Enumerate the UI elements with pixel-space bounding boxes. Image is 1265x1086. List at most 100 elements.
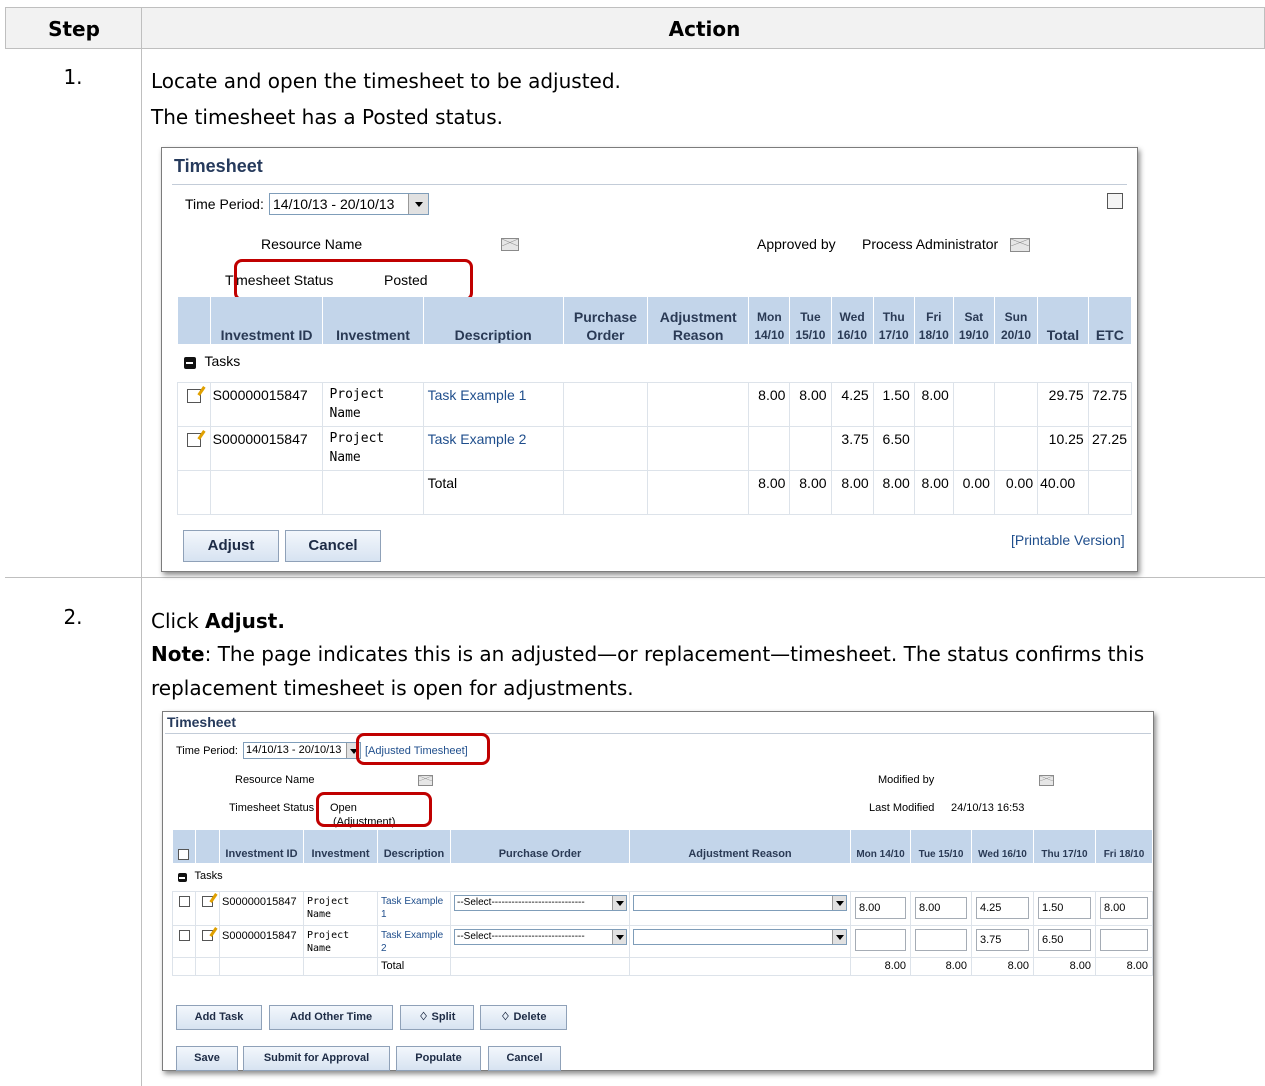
collapse-icon[interactable] <box>177 873 187 882</box>
hours-input-wed[interactable]: 3.75 <box>976 928 1029 951</box>
timesheet-grid: Investment ID Investment Description Pur… <box>177 297 1133 515</box>
edit-options-icon[interactable] <box>1107 193 1123 209</box>
row-purchase-order <box>562 425 649 471</box>
resource-name-label: Resource Name <box>261 236 363 252</box>
row-divider <box>5 577 1265 578</box>
header-wed: Wed 16/10 <box>971 830 1034 863</box>
total-label: Total <box>422 469 564 515</box>
tasks-group-row: Tasks <box>172 863 1153 892</box>
row-fri <box>913 425 954 471</box>
table-row: S00000015847 Project Name Task Example 1… <box>177 381 1133 427</box>
total-label: Total <box>377 956 451 976</box>
email-icon[interactable] <box>418 775 433 786</box>
edit-icon[interactable] <box>202 895 213 907</box>
table-row: S00000015847 Project Name Task Example 1… <box>172 890 1153 926</box>
header-purchase-order: Purchase Order <box>563 297 649 344</box>
select-placeholder: --Select---------------------------- <box>457 896 585 908</box>
edit-icon[interactable] <box>202 929 213 941</box>
row-description-link[interactable]: Task Example 1 <box>377 890 451 926</box>
printable-version-link[interactable]: [Printable Version] <box>1011 532 1125 548</box>
last-modified-label: Last Modified <box>869 802 935 814</box>
timesheet-title: Timesheet <box>167 714 236 730</box>
edit-icon[interactable] <box>186 388 201 403</box>
total-thu: 8.00 <box>872 469 915 515</box>
purchase-order-select[interactable]: --Select---------------------------- <box>454 928 627 945</box>
tasks-group-label: Tasks <box>204 353 241 369</box>
row-description-link[interactable]: Task Example 2 <box>422 425 564 471</box>
status-highlight-box <box>234 259 473 301</box>
total-thu: 8.00 <box>1033 956 1096 976</box>
total-fri: 8.00 <box>913 469 954 515</box>
cancel-button[interactable]: Cancel <box>285 530 381 562</box>
hours-input-mon[interactable]: 8.00 <box>855 896 906 919</box>
hours-input-thu[interactable]: 6.50 <box>1038 928 1091 951</box>
row-thu: 1.50 <box>872 381 915 427</box>
row-tue: 8.00 <box>789 381 832 427</box>
hours-input-fri[interactable] <box>1100 928 1148 951</box>
header-description: Description <box>377 830 451 863</box>
row-investment: Project Name <box>303 890 378 926</box>
populate-button[interactable]: Populate <box>396 1046 481 1071</box>
add-other-time-button[interactable]: Add Other Time <box>269 1005 393 1030</box>
chevron-down-icon <box>832 929 846 944</box>
adjustment-reason-select[interactable] <box>633 928 847 945</box>
step-number-1: 1. <box>63 65 83 89</box>
table-header-row: Step Action <box>5 7 1265 49</box>
edit-icon[interactable] <box>186 432 201 447</box>
split-button[interactable]: ♢ Split <box>400 1005 474 1030</box>
modified-by-label: Modified by <box>878 774 935 786</box>
hours-input-mon[interactable] <box>855 928 906 951</box>
header-sat: Sat 19/10 <box>953 297 995 344</box>
row-thu: 6.50 <box>872 425 915 471</box>
row-purchase-order <box>562 381 649 427</box>
row-investment: Project Name <box>322 425 424 471</box>
row-checkbox[interactable] <box>178 896 190 908</box>
purchase-order-select[interactable]: --Select---------------------------- <box>454 894 627 911</box>
email-icon[interactable] <box>501 238 519 251</box>
timesheet-grid: Investment ID Investment Description Pur… <box>172 830 1153 976</box>
delete-button[interactable]: ♢ Delete <box>480 1005 567 1030</box>
adjust-button[interactable]: Adjust <box>183 530 279 562</box>
procedure-document: Step Action 1. Locate and open the times… <box>5 7 1265 1086</box>
column-header-action: Action <box>668 17 741 41</box>
add-task-button[interactable]: Add Task <box>176 1005 262 1030</box>
time-period-select[interactable]: 14/10/13 - 20/10/13 <box>243 742 361 759</box>
row-investment-id: S00000015847 <box>219 924 304 958</box>
row-description-link[interactable]: Task Example 2 <box>377 924 451 958</box>
time-period-select[interactable]: 14/10/13 - 20/10/13 <box>269 193 429 215</box>
chevron-down-icon <box>612 895 626 910</box>
total-row: Total 8.00 8.00 8.00 8.00 8.00 <box>172 956 1153 976</box>
time-period-label: Time Period: <box>185 196 264 212</box>
title-divider <box>165 733 1151 734</box>
hours-input-tue[interactable] <box>915 928 967 951</box>
total-tue: 8.00 <box>789 469 832 515</box>
last-modified-value: 24/10/13 16:53 <box>951 802 1025 814</box>
row-description-link[interactable]: Task Example 1 <box>422 381 564 427</box>
email-icon[interactable] <box>1039 775 1054 786</box>
save-button[interactable]: Save <box>176 1046 238 1071</box>
hours-input-fri[interactable]: 8.00 <box>1100 896 1148 919</box>
row-sun <box>993 425 1039 471</box>
total-tue: 8.00 <box>910 956 972 976</box>
status-highlight-box <box>316 792 432 827</box>
hours-input-thu[interactable]: 1.50 <box>1038 896 1091 919</box>
chevron-down-icon <box>612 929 626 944</box>
submit-for-approval-button[interactable]: Submit for Approval <box>243 1046 390 1071</box>
chevron-down-icon <box>832 895 846 910</box>
hours-input-tue[interactable]: 8.00 <box>915 896 967 919</box>
step-2-note-continued: replacement timesheet is open for adjust… <box>151 676 634 700</box>
email-icon[interactable] <box>1010 238 1030 252</box>
row-investment-id: S00000015847 <box>209 425 324 471</box>
row-tue <box>789 425 832 471</box>
total-wed: 8.00 <box>830 469 874 515</box>
header-icon-col <box>177 297 211 344</box>
adjustment-reason-select[interactable] <box>633 894 847 911</box>
click-target: Adjust. <box>205 609 285 633</box>
row-checkbox[interactable] <box>178 930 190 942</box>
row-wed: 3.75 <box>830 425 874 471</box>
hours-input-wed[interactable]: 4.25 <box>976 896 1029 919</box>
collapse-icon[interactable] <box>183 357 196 369</box>
row-sat <box>952 425 995 471</box>
cancel-button[interactable]: Cancel <box>488 1046 561 1071</box>
select-all-checkbox[interactable] <box>178 848 190 860</box>
